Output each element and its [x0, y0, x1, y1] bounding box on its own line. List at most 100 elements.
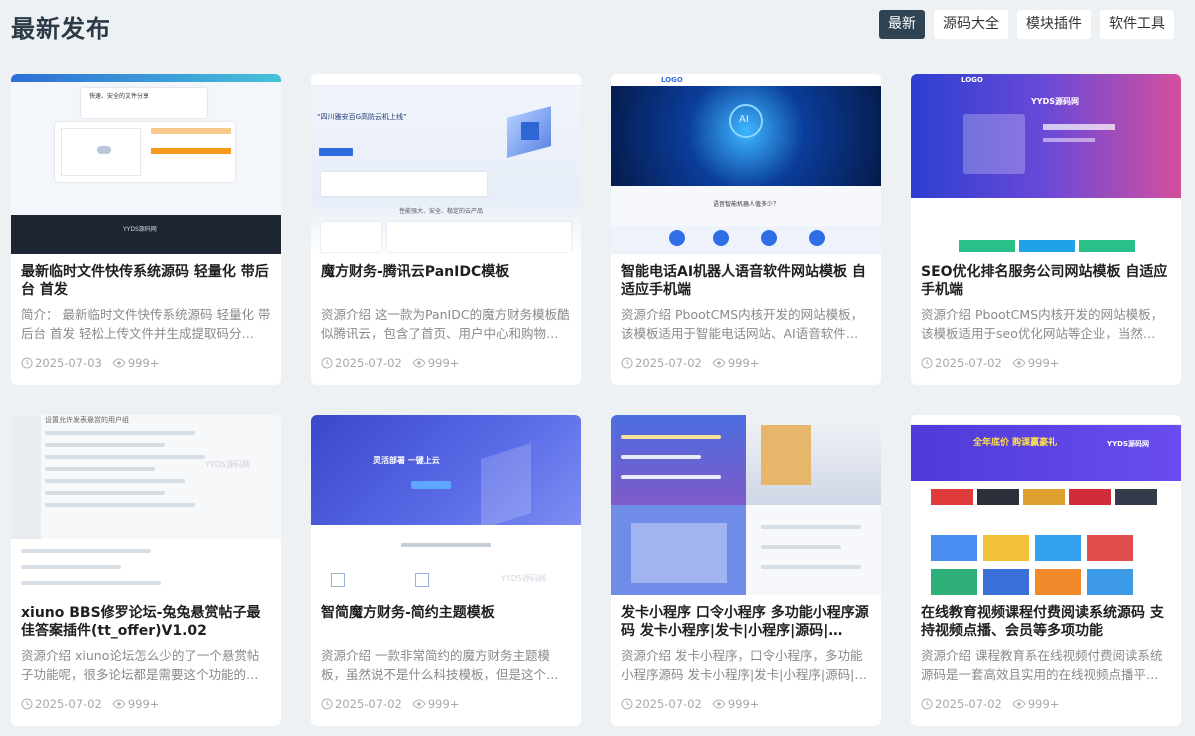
- thumbnail-brand-text: 性能强大、安全、稳定的云产品: [399, 208, 484, 215]
- resource-card[interactable]: LOGO AI 语音智能机器人值多少？ 智能电话AI机器人语音软件网站模板 自适…: [611, 74, 881, 385]
- view-count: 999+: [712, 356, 760, 370]
- card-meta: 2025-07-02 999+: [321, 356, 459, 370]
- tab-software-tools[interactable]: 软件工具: [1100, 10, 1174, 39]
- publish-date: 2025-07-02: [635, 356, 702, 370]
- tab-latest[interactable]: 最新: [879, 10, 925, 39]
- thumbnail-file-transfer[interactable]: 快速、安全的文件分享 YYDS源码网: [11, 74, 281, 254]
- publish-date: 2025-07-02: [935, 697, 1002, 711]
- card-meta: 2025-07-02 999+: [21, 697, 159, 711]
- card-title[interactable]: 魔方财务-腾讯云PanIDC模板: [321, 263, 571, 281]
- view-count-value: 999+: [727, 356, 760, 370]
- card-meta: 2025-07-02 999+: [921, 356, 1059, 370]
- card-title[interactable]: 智简魔方财务-简约主题模板: [321, 604, 571, 622]
- card-description: 资源介绍 PbootCMS内核开发的网站模板，该模板适用于智能电话网站、AI语音…: [621, 307, 864, 341]
- thumbnail-logo-text: LOGO: [961, 76, 983, 84]
- thumbnail-header-text: 快速、安全的文件分享: [89, 93, 150, 100]
- thumbnail-xiuno-plugin[interactable]: 设置允许发表悬赏的用户组 YYDS源码网: [11, 415, 281, 595]
- view-count-value: 999+: [1027, 697, 1060, 711]
- publish-date: 2025-07-02: [935, 356, 1002, 370]
- thumbnail-brand-text: YYDS源码网: [123, 226, 157, 233]
- view-count-value: 999+: [127, 356, 160, 370]
- thumbnail-mini-program[interactable]: [611, 415, 881, 595]
- eye-icon: [112, 699, 126, 709]
- card-description: 资源介绍 这一款为PanIDC的魔方财务模板酷似腾讯云，包含了首页、用户中心和购…: [321, 307, 570, 341]
- view-count-value: 999+: [427, 697, 460, 711]
- clock-icon: [921, 698, 933, 710]
- resource-card[interactable]: 快速、安全的文件分享 YYDS源码网 最新临时文件快传系统源码 轻量化 带后台 …: [11, 74, 281, 385]
- thumbnail-ai-phone[interactable]: LOGO AI 语音智能机器人值多少？: [611, 74, 881, 254]
- eye-icon: [1012, 699, 1026, 709]
- thumbnail-brand-text: YYDS源码网: [1031, 97, 1079, 106]
- view-count: 999+: [412, 697, 460, 711]
- card-title[interactable]: 在线教育视频课程付费阅读系统源码 支持视频点播、会员等多项功能: [921, 604, 1171, 640]
- view-count: 999+: [1012, 697, 1060, 711]
- card-meta: 2025-07-02 999+: [921, 697, 1059, 711]
- view-count-value: 999+: [1027, 356, 1060, 370]
- card-title[interactable]: 智能电话AI机器人语音软件网站模板 自适应手机端: [621, 263, 871, 299]
- thumbnail-zhijian-theme[interactable]: 灵活部署 一键上云 YYDS源码网: [311, 415, 581, 595]
- category-tabs: 最新 源码大全 模块插件 软件工具: [879, 10, 1174, 39]
- card-meta: 2025-07-02 999+: [321, 697, 459, 711]
- clock-icon: [21, 698, 33, 710]
- publish-date: 2025-07-02: [335, 356, 402, 370]
- thumbnail-watermark-text: YYDS源码网: [205, 460, 251, 469]
- thumbnail-header-text: 设置允许发表悬赏的用户组: [45, 416, 129, 424]
- card-title[interactable]: xiuno BBS修罗论坛-兔兔悬赏帖子最佳答案插件(tt_offer)V1.0…: [21, 604, 271, 640]
- eye-icon: [112, 358, 126, 368]
- view-count: 999+: [712, 697, 760, 711]
- card-title[interactable]: SEO优化排名服务公司网站模板 自适应手机端: [921, 263, 1171, 299]
- resource-card[interactable]: 灵活部署 一键上云 YYDS源码网 智简魔方财务-简约主题模板 资源介绍 一款非…: [311, 415, 581, 726]
- thumbnail-header-text: 灵活部署 一键上云: [373, 456, 440, 465]
- thumbnail-watermark-text: YYDS源码网: [501, 574, 547, 583]
- view-count-value: 999+: [127, 697, 160, 711]
- page-header: 最新发布 最新 源码大全 模块插件 软件工具: [0, 0, 1195, 50]
- clock-icon: [21, 357, 33, 369]
- card-description: 资源介绍 一款非常简约的魔方财务主题模板，虽然说不是什么科技模板，但是这个…: [321, 648, 559, 682]
- publish-date: 2025-07-02: [35, 697, 102, 711]
- card-title[interactable]: 发卡小程序 口令小程序 多功能小程序源码 发卡小程序|发卡|小程序|源码|…: [621, 604, 871, 640]
- resource-card[interactable]: LOGO YYDS源码网 SEO优化排名服务公司网站模板 自适应手机端 资源介绍…: [911, 74, 1181, 385]
- card-description: 资源介绍 发卡小程序，口令小程序，多功能小程序源码 发卡小程序|发卡|小程序|源…: [621, 648, 867, 682]
- thumbnail-banner-text: 全年底价 购课赢豪礼: [973, 438, 1058, 448]
- clock-icon: [921, 357, 933, 369]
- eye-icon: [712, 358, 726, 368]
- thumbnail-header-text: “四川雅安百G高防云机上线”: [317, 113, 407, 121]
- view-count: 999+: [112, 697, 160, 711]
- resource-card[interactable]: 发卡小程序 口令小程序 多功能小程序源码 发卡小程序|发卡|小程序|源码|… 资…: [611, 415, 881, 726]
- card-meta: 2025-07-02 999+: [621, 356, 759, 370]
- card-description: 资源介绍 xiuno论坛怎么少的了一个悬赏帖子功能呢，很多论坛都是需要这个功能的…: [21, 648, 260, 682]
- eye-icon: [712, 699, 726, 709]
- view-count-value: 999+: [427, 356, 460, 370]
- tab-plugins[interactable]: 模块插件: [1017, 10, 1091, 39]
- resource-card[interactable]: “四川雅安百G高防云机上线” 性能强大、安全、稳定的云产品 魔方财务-腾讯云Pa…: [311, 74, 581, 385]
- card-meta: 2025-07-02 999+: [621, 697, 759, 711]
- resource-grid: 快速、安全的文件分享 YYDS源码网 最新临时文件快传系统源码 轻量化 带后台 …: [11, 74, 1181, 726]
- card-description: 简介： 最新临时文件快传系统源码 轻量化 带后台 首发 轻松上传文件并生成提取码…: [21, 307, 271, 341]
- thumbnail-education[interactable]: 全年底价 购课赢豪礼 YYDS源码网: [911, 415, 1181, 595]
- publish-date: 2025-07-02: [635, 697, 702, 711]
- clock-icon: [321, 357, 333, 369]
- publish-date: 2025-07-02: [335, 697, 402, 711]
- publish-date: 2025-07-03: [35, 356, 102, 370]
- thumbnail-brand-text: YYDS源码网: [1107, 440, 1149, 448]
- clock-icon: [621, 698, 633, 710]
- thumbnail-seo[interactable]: LOGO YYDS源码网: [911, 74, 1181, 254]
- view-count-value: 999+: [727, 697, 760, 711]
- resource-card[interactable]: 设置允许发表悬赏的用户组 YYDS源码网 xiuno BBS修罗论坛-兔兔悬赏帖…: [11, 415, 281, 726]
- page-title: 最新发布: [11, 15, 111, 43]
- resource-card[interactable]: 全年底价 购课赢豪礼 YYDS源码网 在线教育视频课程付费阅读系统源码 支持视频…: [911, 415, 1181, 726]
- tab-source-code[interactable]: 源码大全: [934, 10, 1008, 39]
- view-count: 999+: [1012, 356, 1060, 370]
- thumbnail-logo-text: LOGO: [661, 76, 683, 84]
- eye-icon: [412, 358, 426, 368]
- clock-icon: [321, 698, 333, 710]
- view-count: 999+: [112, 356, 160, 370]
- eye-icon: [1012, 358, 1026, 368]
- card-meta: 2025-07-03 999+: [21, 356, 159, 370]
- card-description: 资源介绍 PbootCMS内核开发的网站模板，该模板适用于seo优化网站等企业，…: [921, 307, 1164, 341]
- view-count: 999+: [412, 356, 460, 370]
- card-title[interactable]: 最新临时文件快传系统源码 轻量化 带后台 首发: [21, 263, 271, 299]
- thumbnail-brand-text: 语音智能机器人值多少？: [713, 201, 780, 208]
- thumbnail-panidc[interactable]: “四川雅安百G高防云机上线” 性能强大、安全、稳定的云产品: [311, 74, 581, 254]
- card-description: 资源介绍 课程教育系在线视频付费阅读系统源码是一套高效且实用的在线视频点播平…: [921, 648, 1163, 682]
